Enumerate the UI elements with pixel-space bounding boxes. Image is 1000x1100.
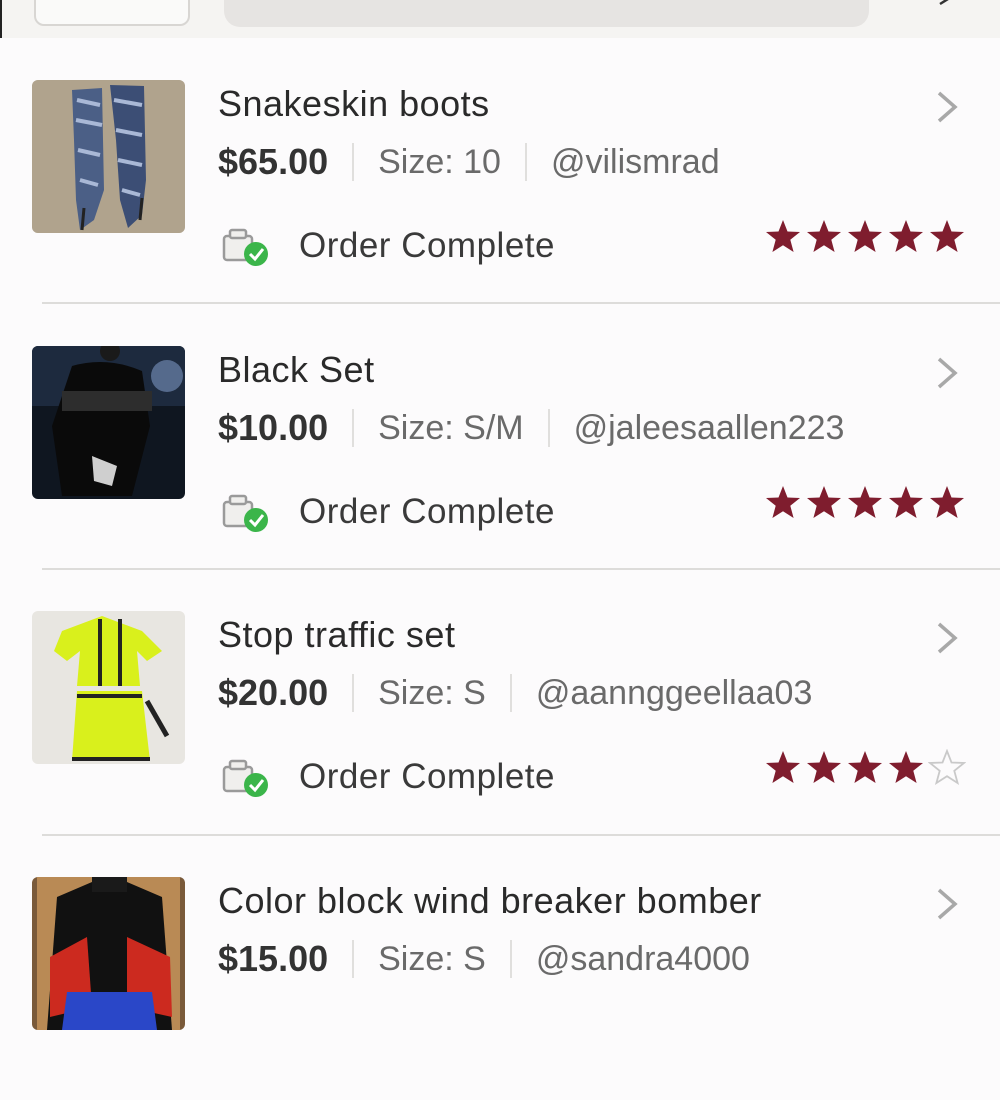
- star-filled-icon: [889, 220, 923, 252]
- top-bar: [0, 0, 1000, 38]
- chevron-right-icon[interactable]: [934, 621, 960, 655]
- star-filled-icon: [848, 486, 882, 518]
- separator: [509, 940, 512, 978]
- separator: [352, 143, 355, 181]
- search-input[interactable]: [224, 0, 869, 27]
- item-size: Size: S: [378, 673, 486, 712]
- item-size: Size: S/M: [378, 408, 524, 447]
- star-filled-icon: [930, 220, 964, 252]
- item-size: Size: S: [378, 939, 486, 978]
- item-meta: $15.00 Size: S @sandra4000: [218, 937, 750, 981]
- item-price: $10.00: [218, 407, 329, 448]
- order-item[interactable]: Stop traffic set $20.00 Size: S @aanngge…: [0, 569, 1000, 834]
- rating-stars: [764, 484, 966, 524]
- color-block-jacket-photo: [32, 877, 185, 1030]
- order-complete-icon: [222, 759, 268, 797]
- item-thumbnail[interactable]: [32, 611, 185, 764]
- item-title: Snakeskin boots: [218, 83, 490, 124]
- neon-set-photo: [32, 611, 185, 764]
- rating-stars: [764, 749, 966, 789]
- item-meta: $20.00 Size: S @aannggeellaa03: [218, 671, 812, 715]
- order-complete-icon: [222, 494, 268, 532]
- chevron-right-icon[interactable]: [934, 90, 960, 124]
- item-title: Black Set: [218, 349, 375, 390]
- separator: [352, 674, 355, 712]
- seller-username[interactable]: @jaleesaallen223: [574, 409, 845, 448]
- star-filled-icon: [807, 751, 841, 783]
- seller-username[interactable]: @aannggeellaa03: [536, 674, 813, 713]
- black-set-photo: [32, 346, 185, 499]
- star-empty-icon: [928, 749, 966, 786]
- chevron-right-icon[interactable]: [934, 356, 960, 390]
- rating-stars: [764, 218, 966, 258]
- separator: [547, 409, 550, 447]
- separator: [509, 674, 512, 712]
- order-status: Order Complete: [299, 492, 555, 531]
- star-filled-icon: [807, 220, 841, 252]
- send-icon[interactable]: [938, 0, 958, 6]
- separator: [524, 143, 527, 181]
- item-price: $20.00: [218, 672, 329, 713]
- item-size: Size: 10: [378, 142, 501, 181]
- order-item[interactable]: Black Set $10.00 Size: S/M @jaleesaallen…: [0, 304, 1000, 569]
- snakeskin-boots-photo: [32, 80, 185, 233]
- item-title: Stop traffic set: [218, 614, 456, 655]
- star-filled-icon: [766, 220, 800, 252]
- item-price: $15.00: [218, 938, 329, 979]
- item-thumbnail[interactable]: [32, 877, 185, 1030]
- seller-username[interactable]: @vilismrad: [551, 143, 720, 182]
- item-thumbnail[interactable]: [32, 80, 185, 233]
- item-price: $65.00: [218, 141, 329, 182]
- item-meta: $65.00 Size: 10 @vilismrad: [218, 140, 720, 184]
- star-filled-icon: [889, 751, 923, 783]
- star-filled-icon: [766, 751, 800, 783]
- order-item[interactable]: Color block wind breaker bomber $15.00 S…: [0, 835, 1000, 1100]
- order-status: Order Complete: [299, 757, 555, 796]
- item-thumbnail[interactable]: [32, 346, 185, 499]
- chevron-right-icon[interactable]: [934, 887, 960, 921]
- star-filled-icon: [766, 486, 800, 518]
- star-filled-icon: [930, 486, 964, 518]
- order-complete-icon: [222, 228, 268, 266]
- filter-button[interactable]: [34, 0, 190, 26]
- item-meta: $10.00 Size: S/M @jaleesaallen223: [218, 406, 844, 450]
- order-status: Order Complete: [299, 226, 555, 265]
- star-filled-icon: [807, 486, 841, 518]
- separator: [352, 409, 355, 447]
- item-title: Color block wind breaker bomber: [218, 880, 762, 921]
- star-filled-icon: [848, 751, 882, 783]
- separator: [352, 940, 355, 978]
- order-item[interactable]: Snakeskin boots $65.00 Size: 10 @vilismr…: [0, 38, 1000, 303]
- star-filled-icon: [889, 486, 923, 518]
- star-filled-icon: [848, 220, 882, 252]
- seller-username[interactable]: @sandra4000: [536, 940, 750, 979]
